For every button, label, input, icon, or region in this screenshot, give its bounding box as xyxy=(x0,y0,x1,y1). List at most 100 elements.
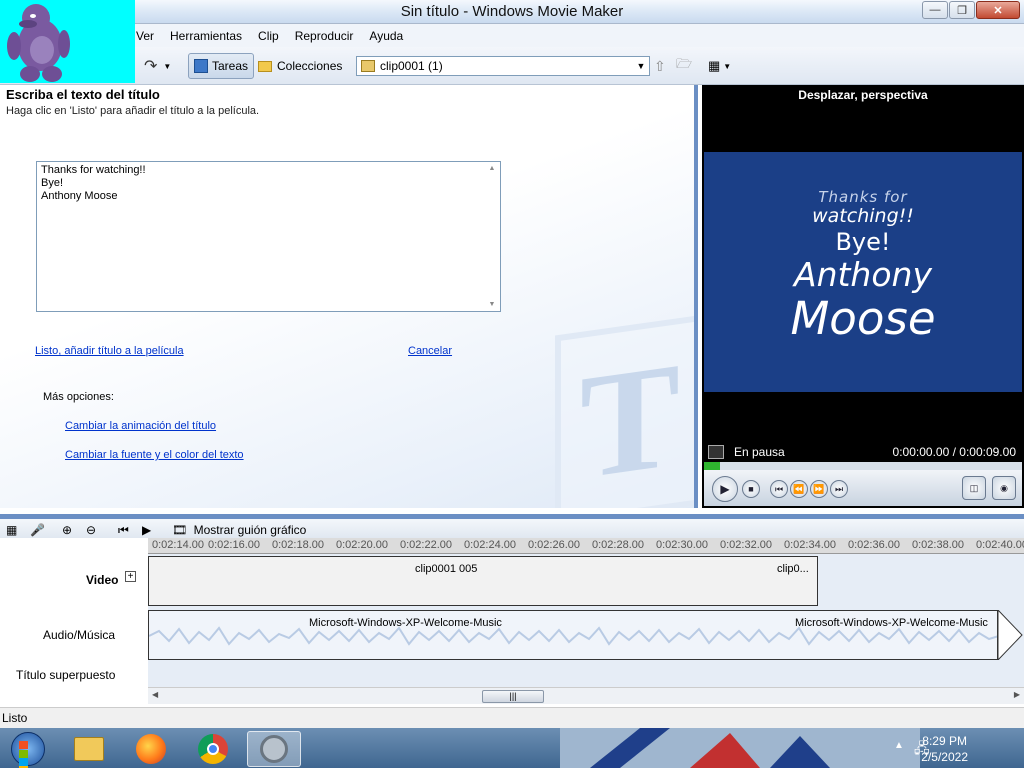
track-label-video: Video xyxy=(86,573,119,587)
audio-clip-label: Microsoft-Windows-XP-Welcome-Music xyxy=(309,617,502,629)
video-clip[interactable]: clip0001 005 clip0... xyxy=(148,556,818,606)
menu-ayuda[interactable]: Ayuda xyxy=(361,29,411,43)
playback-time: 0:00:00.00 / 0:00:09.00 xyxy=(892,445,1016,459)
new-folder-button[interactable]: 🗁 xyxy=(676,53,692,79)
menu-herramientas[interactable]: Herramientas xyxy=(162,29,250,43)
next-frame-button[interactable]: ⏭ xyxy=(830,480,848,498)
change-font-link[interactable]: Cambiar la fuente y el color del texto xyxy=(65,449,244,461)
audio-clip[interactable]: Microsoft-Windows-XP-Welcome-Music Micro… xyxy=(148,610,998,660)
chevron-down-icon: ▼ xyxy=(636,61,646,71)
collections-button[interactable]: Colecciones xyxy=(258,53,342,79)
preview-title: Desplazar, perspectiva xyxy=(798,88,928,102)
taskbar-chrome[interactable] xyxy=(186,731,240,767)
collection-select[interactable]: clip0001 (1) ▼ xyxy=(356,56,650,76)
taskbar-movie-maker[interactable] xyxy=(247,731,301,767)
monitor-icon xyxy=(708,445,724,459)
ruler-tick: 0:02:18.00 xyxy=(272,539,324,551)
seek-bar-fill xyxy=(704,462,720,470)
track-label-audio: Audio/Música xyxy=(43,628,116,642)
collection-select-value: clip0001 (1) xyxy=(380,59,443,73)
ruler-tick: 0:02:30.00 xyxy=(656,539,708,551)
video-clip-label: clip0001 005 xyxy=(415,563,478,575)
clock[interactable]: 8:29 PM 2/5/2022 xyxy=(921,733,968,765)
task-pane: T Escriba el texto del título Haga clic … xyxy=(0,85,698,508)
status-text: Listo xyxy=(2,711,28,725)
preview-line-3: Bye! xyxy=(835,228,891,256)
forward-button[interactable]: ⏩ xyxy=(810,480,828,498)
folder-icon xyxy=(258,60,272,72)
tasks-icon xyxy=(194,59,208,73)
timeline-settings-icon[interactable]: ▦ xyxy=(6,523,17,537)
start-button[interactable] xyxy=(4,731,52,768)
scroll-thumb[interactable]: ||| xyxy=(482,690,544,703)
zoom-out-icon[interactable]: ⊖ xyxy=(86,523,96,537)
skip-back-icon: ⏮ xyxy=(774,483,784,494)
narrate-icon[interactable]: 🎤 xyxy=(30,523,45,537)
track-label-title-overlay: Título superpuesto xyxy=(16,668,116,682)
new-folder-icon: 🗁 xyxy=(676,56,693,71)
play-timeline-icon[interactable]: ▶ xyxy=(142,523,151,537)
rewind-button[interactable]: ⏪ xyxy=(790,480,808,498)
ruler-tick: 0:02:32.00 xyxy=(720,539,772,551)
play-button[interactable]: ▶ xyxy=(712,476,738,502)
restore-button[interactable]: ❐ xyxy=(949,1,975,19)
ruler-tick: 0:02:22.00 xyxy=(400,539,452,551)
scroll-right-icon[interactable]: ▶ xyxy=(1014,690,1020,699)
minimize-button[interactable]: — xyxy=(922,1,948,19)
done-add-title-link[interactable]: Listo, añadir título a la película xyxy=(35,345,184,357)
firefox-icon xyxy=(136,734,166,764)
storyboard-label: Mostrar guión gráfico xyxy=(193,523,307,537)
film-reel-icon xyxy=(260,735,288,763)
ruler-tick: 0:02:14.00 xyxy=(152,539,204,551)
forward-icon: ⏩ xyxy=(813,483,825,494)
camera-icon: ◉ xyxy=(1000,482,1008,493)
ruler-tick: 0:02:34.00 xyxy=(784,539,836,551)
collection-icon xyxy=(361,60,375,72)
rewind-timeline-icon[interactable]: ⏮ xyxy=(118,523,129,538)
up-level-button[interactable]: ⇧ xyxy=(654,53,666,79)
chrome-icon xyxy=(198,734,228,764)
ruler-tick: 0:02:16.00 xyxy=(208,539,260,551)
close-button[interactable]: ✕ xyxy=(976,1,1020,19)
storyboard-toggle[interactable]: 🎞 Mostrar guión gráfico xyxy=(172,523,306,537)
show-hidden-icons[interactable]: ▲ xyxy=(894,740,904,751)
more-options-label: Más opciones: xyxy=(43,391,114,403)
windows-logo-icon xyxy=(11,732,45,768)
timeline-scrollbar[interactable]: ◀ ||| ▶ xyxy=(148,687,1024,704)
task-subtitle: Haga clic en 'Listo' para añadir el títu… xyxy=(6,105,260,117)
preview-screen: Thanks for watching!! Bye! Anthony Moose xyxy=(704,152,1022,392)
zoom-in-icon[interactable]: ⊕ xyxy=(62,523,72,537)
window-title: Sin título - Windows Movie Maker xyxy=(400,3,624,20)
scroll-down-icon: ▼ xyxy=(488,301,496,308)
split-clip-button[interactable]: ◫ xyxy=(962,476,986,500)
audio-track: Microsoft-Windows-XP-Welcome-Music Micro… xyxy=(148,608,1024,662)
title-overlay-track[interactable] xyxy=(148,662,1024,687)
redo-button[interactable]: ↷ ▼ xyxy=(144,53,171,79)
change-animation-link[interactable]: Cambiar la animación del título xyxy=(65,420,216,432)
preview-line-4: Anthony xyxy=(794,255,932,294)
views-button[interactable]: ▦ ▼ xyxy=(708,53,731,79)
title-watermark-icon: T xyxy=(555,314,694,508)
up-arrow-icon: ⇧ xyxy=(654,57,666,74)
text-scrollbar[interactable]: ▲ ▼ xyxy=(484,162,500,311)
clock-date: 2/5/2022 xyxy=(921,750,968,764)
snapshot-button[interactable]: ◉ xyxy=(992,476,1016,500)
tasks-button[interactable]: Tareas xyxy=(188,53,255,79)
cancel-link[interactable]: Cancelar xyxy=(408,345,452,357)
menu-reproducir[interactable]: Reproducir xyxy=(287,29,362,43)
seek-bar[interactable] xyxy=(704,462,1022,470)
taskbar-explorer[interactable] xyxy=(62,731,116,767)
stop-button[interactable]: ■ xyxy=(742,480,760,498)
preview-line-1: Thanks for xyxy=(818,188,908,206)
previous-frame-button[interactable]: ⏮ xyxy=(770,480,788,498)
timeline-ruler[interactable]: 0:02:14.00 0:02:16.00 0:02:18.00 0:02:20… xyxy=(148,538,1024,554)
taskbar-firefox[interactable] xyxy=(124,731,178,767)
rewind-icon: ⏪ xyxy=(793,483,805,494)
scroll-left-icon[interactable]: ◀ xyxy=(152,690,158,699)
expand-icon[interactable]: + xyxy=(125,571,136,582)
grid-icon: ▦ xyxy=(708,58,721,73)
ruler-tick: 0:02:36.00 xyxy=(848,539,900,551)
title-text-input[interactable] xyxy=(36,161,501,312)
ruler-tick: 0:02:26.00 xyxy=(528,539,580,551)
menu-clip[interactable]: Clip xyxy=(250,29,287,43)
